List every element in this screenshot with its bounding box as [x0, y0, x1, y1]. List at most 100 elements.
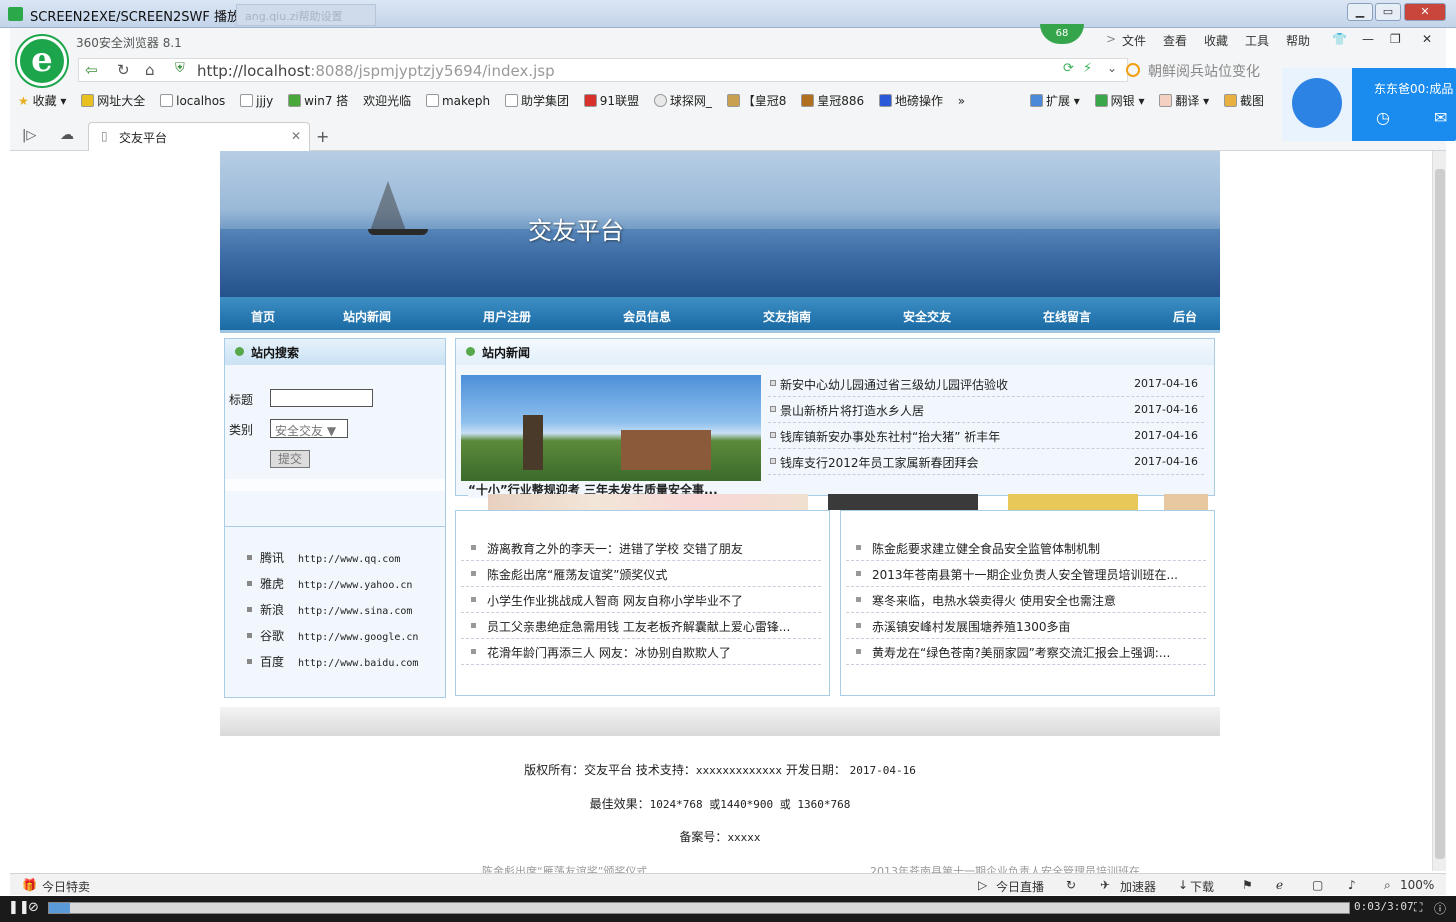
news-item[interactable]: 景山新桥片将打造水乡人居 2017-04-16: [768, 397, 1204, 423]
bookmark-item[interactable]: 【皇冠8: [726, 92, 786, 109]
ie-icon[interactable]: ℯ: [1276, 878, 1283, 892]
lightning-icon[interactable]: ⚡: [1083, 61, 1092, 76]
restore-icon[interactable]: ❐: [1390, 32, 1401, 46]
bookmark-translate[interactable]: 翻译 ▾: [1159, 92, 1209, 109]
nav-news[interactable]: 站内新闻: [343, 308, 391, 325]
refresh-icon[interactable]: ↻: [117, 61, 130, 79]
window-icon[interactable]: ▢: [1312, 878, 1323, 892]
address-bar[interactable]: ⇦ ↻ ⌂ ⛨ http://localhost:8088/jspmjyptzj…: [78, 58, 1128, 82]
close-button[interactable]: ✕: [1404, 3, 1446, 21]
sync-icon[interactable]: ⟳: [1063, 61, 1074, 76]
flag-icon[interactable]: ⚑: [1242, 878, 1253, 892]
page-scrollbar[interactable]: [1432, 151, 1446, 871]
chevron-down-icon[interactable]: ⌄: [1107, 61, 1117, 75]
fullscreen-icon[interactable]: ⛶: [1414, 900, 1422, 915]
bookmark-item[interactable]: 网址大全: [81, 92, 145, 109]
seek-bar[interactable]: [48, 902, 1350, 914]
nav-member-info[interactable]: 会员信息: [623, 308, 671, 325]
nav-guide[interactable]: 交友指南: [763, 308, 811, 325]
zoom-level[interactable]: 100%: [1400, 878, 1434, 892]
minimize-button[interactable]: ▁: [1347, 3, 1373, 21]
minimize-icon[interactable]: —: [1362, 32, 1374, 46]
history-icon[interactable]: ◷: [1376, 108, 1390, 127]
home-icon[interactable]: ⌂: [145, 61, 155, 79]
today-deals[interactable]: 今日特卖: [42, 878, 90, 895]
bookmark-item[interactable]: jjjy: [240, 94, 273, 108]
list-item[interactable]: 赤溪镇安峰村发展围塘养殖1300多亩: [846, 613, 1206, 639]
nav-guestbook[interactable]: 在线留言: [1043, 308, 1091, 325]
menu-view[interactable]: 查看: [1163, 32, 1187, 49]
nav-safe-dating[interactable]: 安全交友: [903, 308, 951, 325]
news-item[interactable]: 新安中心幼儿园通过省三级幼儿园评估验收 2017-04-16: [768, 371, 1204, 397]
refresh-icon[interactable]: ↻: [1066, 878, 1076, 892]
close-icon[interactable]: ✕: [1422, 32, 1432, 46]
list-item[interactable]: 黄寿龙在“绿色苍南?美丽家园”考察交流汇报会上强调:...: [846, 639, 1206, 665]
list-item[interactable]: 小学生作业挑战成人智商 网友自称小学毕业不了: [461, 587, 821, 613]
list-item[interactable]: 游离教育之外的李天一：进错了学校 交错了朋友: [461, 535, 821, 561]
list-item[interactable]: 员工父亲患绝症急需用钱 工友老板齐解囊献上爱心雷锋...: [461, 613, 821, 639]
news-item[interactable]: 钱库镇新安办事处东社村“抬大猪” 祈丰年 2017-04-16: [768, 423, 1204, 449]
url-text[interactable]: http://localhost:8088/jspmjyptzjy5694/in…: [197, 62, 555, 80]
friend-link[interactable]: 新浪 http://www.sina.com: [247, 601, 412, 618]
submit-button[interactable]: 提交: [270, 450, 310, 468]
list-item[interactable]: 陈金彪要求建立健全食品安全监管体制机制: [846, 535, 1206, 561]
stop-icon[interactable]: ⊘: [28, 900, 39, 915]
bookmark-item[interactable]: 91联盟: [583, 92, 639, 109]
accelerator[interactable]: 加速器: [1120, 878, 1156, 895]
sidebar-toggle-icon[interactable]: |▷: [22, 128, 36, 143]
bookmark-ebank[interactable]: 网银 ▾: [1094, 92, 1145, 109]
bookmark-item[interactable]: 欢迎光临: [363, 92, 411, 109]
footer-icp: 备案号：xxxxx: [220, 828, 1220, 845]
chevron-right-icon[interactable]: >: [1106, 32, 1116, 46]
cloud-icon[interactable]: ☁: [60, 127, 74, 143]
friend-link[interactable]: 百度 http://www.baidu.com: [247, 653, 418, 670]
menu-file[interactable]: 文件: [1122, 32, 1146, 49]
bookmark-item[interactable]: win7 搭: [288, 92, 348, 109]
bookmarks-more-icon[interactable]: »: [958, 94, 965, 108]
volume-icon[interactable]: ♪: [1348, 878, 1356, 892]
bookmark-item[interactable]: makeph: [425, 94, 490, 108]
title-input[interactable]: [270, 389, 373, 407]
search-input[interactable]: 朝鲜阅兵站位变化: [1120, 58, 1290, 82]
friend-link[interactable]: 谷歌 http://www.google.cn: [247, 627, 418, 644]
nav-register[interactable]: 用户注册: [483, 308, 531, 325]
back-icon[interactable]: ⇦: [85, 61, 98, 79]
browser-logo-icon[interactable]: e: [17, 36, 67, 86]
list-item[interactable]: 花滑年龄门再添三人 网友：冰协别自欺欺人了: [461, 639, 821, 665]
tab-close-icon[interactable]: ✕: [291, 129, 301, 143]
menu-favorites[interactable]: 收藏: [1204, 32, 1228, 49]
nav-home[interactable]: 首页: [251, 308, 275, 325]
shirt-icon[interactable]: 👕: [1332, 32, 1347, 46]
bookmark-favorites[interactable]: ★ 收藏 ▾: [18, 92, 66, 109]
speed-badge[interactable]: 68: [1040, 24, 1084, 44]
bookmark-extensions[interactable]: 扩展 ▾: [1029, 92, 1080, 109]
bookmark-item[interactable]: 皇冠886: [801, 92, 864, 109]
list-item[interactable]: 2013年苍南县第十一期企业负责人安全管理员培训班在...: [846, 561, 1206, 587]
maximize-button[interactable]: ▭: [1375, 3, 1401, 21]
friend-link[interactable]: 腾讯 http://www.qq.com: [247, 549, 400, 566]
type-select[interactable]: 安全交友 ▼: [270, 419, 348, 438]
bookmark-item[interactable]: 助学集团: [504, 92, 569, 109]
bookmark-screenshot[interactable]: 截图: [1224, 92, 1264, 109]
background-window-tab[interactable]: ang.qiu.zi帮助设置: [236, 4, 376, 26]
mail-icon[interactable]: ✉: [1434, 108, 1447, 127]
info-icon[interactable]: ⓘ: [1434, 900, 1446, 917]
scrollbar-thumb[interactable]: [1435, 169, 1445, 859]
list-item[interactable]: 寒冬来临，电热水袋卖得火 使用安全也需注意: [846, 587, 1206, 613]
downloads[interactable]: 下载: [1190, 878, 1214, 895]
menu-help[interactable]: 帮助: [1286, 32, 1310, 49]
new-tab-button[interactable]: +: [316, 127, 329, 146]
notification-popup[interactable]: 东东爸00:成品 ◷ ✉: [1282, 68, 1456, 141]
friend-link[interactable]: 雅虎 http://www.yahoo.cn: [247, 575, 412, 592]
pause-icon[interactable]: ❚❚: [8, 900, 30, 915]
news-item[interactable]: 钱库支行2012年员工家属新春团拜会 2017-04-16: [768, 449, 1204, 475]
bookmark-item[interactable]: 地磅操作: [878, 92, 943, 109]
list-item[interactable]: 陈金彪出席“雁荡友谊奖”颁奖仪式: [461, 561, 821, 587]
today-live[interactable]: 今日直播: [996, 878, 1044, 895]
nav-admin[interactable]: 后台: [1173, 308, 1197, 325]
tab-active[interactable]: ▯ 交友平台 ✕: [88, 122, 310, 151]
news-image[interactable]: [461, 375, 761, 481]
menu-tools[interactable]: 工具: [1245, 32, 1269, 49]
bookmark-item[interactable]: localhos: [160, 94, 225, 108]
bookmark-item[interactable]: 球探网_: [653, 92, 712, 109]
